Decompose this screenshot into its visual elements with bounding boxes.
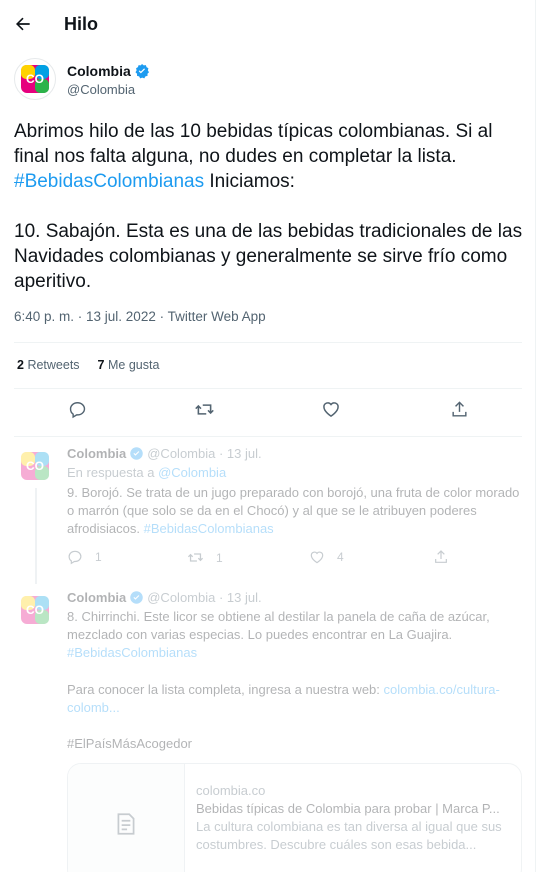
like-icon (310, 551, 324, 564)
author-handle[interactable]: @Colombia (67, 82, 135, 97)
divider (14, 342, 522, 343)
card-description: La cultura colombiana es tan diversa al … (196, 819, 502, 852)
reply-author-name[interactable]: Colombia (67, 446, 126, 461)
replies-section: CO Colombia @Colombia · 13 jul. En respu… (0, 438, 536, 872)
colombia-logo: CO (21, 596, 49, 624)
reply-text: 8. Chirrinchi. Este licor se obtiene al … (67, 609, 490, 660)
reply-actions: 1 1 4 (67, 549, 467, 567)
colombia-logo: CO (21, 65, 49, 93)
card-thumbnail (68, 764, 185, 872)
reply-text: 9. Borojó. Se trata de un jugo preparado… (67, 485, 520, 536)
author-name-text: Colombia (67, 63, 131, 79)
share-icon (435, 550, 447, 563)
reply-to-line: En respuesta a @Colombia (67, 465, 227, 480)
retweet-button[interactable]: 1 (187, 549, 223, 566)
reply-author-name[interactable]: Colombia (67, 590, 126, 605)
hashtag-link[interactable]: #BebidasColombianas (67, 645, 197, 660)
tweet-text-part3: 10. Sabajón. Esta es una de las bebidas … (14, 221, 523, 292)
document-icon (117, 813, 135, 835)
reply-icon[interactable] (66, 398, 88, 420)
thread-column: Hilo CO Colombia @Colombia Abrimos hilo … (0, 0, 536, 872)
reply-header: Colombia @Colombia · 13 jul. (67, 590, 262, 605)
header: Hilo (0, 0, 536, 50)
link-card[interactable]: colombia.co Bebidas típicas de Colombia … (67, 763, 522, 872)
back-arrow-icon[interactable] (12, 13, 34, 35)
like-button[interactable]: 4 (309, 549, 344, 565)
card-body: colombia.co Bebidas típicas de Colombia … (196, 782, 516, 854)
svg-text:CO: CO (26, 459, 44, 473)
reply-button[interactable]: 1 (67, 549, 102, 565)
tweet-stats: 2 Retweets 7 Me gusta (17, 358, 159, 372)
divider (14, 436, 522, 437)
card-domain: colombia.co (196, 783, 266, 798)
svg-text:CO: CO (26, 603, 44, 617)
tweet-text-part2: Iniciamos: (204, 171, 295, 192)
card-title: Bebidas típicas de Colombia para probar … (196, 801, 500, 816)
reply-handle-date[interactable]: @Colombia · 13 jul. (147, 590, 261, 605)
reply-header: Colombia @Colombia · 13 jul. (67, 446, 262, 461)
hashtag-link[interactable]: #ElPaísMásAcogedor (67, 735, 527, 753)
tweet-meta[interactable]: 6:40 p. m. · 13 jul. 2022 · Twitter Web … (14, 309, 266, 324)
reply-icon (68, 550, 82, 565)
retweet-icon[interactable] (193, 398, 215, 420)
reply-avatar[interactable]: CO (18, 449, 52, 483)
likes-stat[interactable]: 7 Me gusta (98, 358, 160, 372)
share-icon[interactable] (448, 398, 470, 420)
reply-to-handle-link[interactable]: @Colombia (158, 465, 226, 480)
reply-avatar[interactable]: CO (18, 593, 52, 627)
svg-text:CO: CO (26, 72, 44, 86)
thread-line (35, 488, 37, 584)
reply-handle-date[interactable]: @Colombia · 13 jul. (147, 446, 261, 461)
share-button[interactable] (433, 549, 449, 565)
hashtag-link[interactable]: #BebidasColombianas (144, 521, 274, 536)
verified-badge-icon (130, 447, 143, 460)
colombia-logo: CO (21, 452, 49, 480)
tweet-text: Abrimos hilo de las 10 bebidas típicas c… (14, 119, 529, 294)
tweet-actions (0, 398, 536, 422)
avatar[interactable]: CO (14, 58, 56, 100)
reply-extra-text: Para conocer la lista completa, ingresa … (67, 682, 500, 715)
divider (14, 388, 522, 389)
verified-badge-icon (130, 591, 143, 604)
author-name[interactable]: Colombia (67, 63, 150, 79)
verified-badge-icon (135, 64, 149, 79)
like-icon[interactable] (320, 398, 342, 420)
retweet-icon (187, 553, 204, 562)
page-title: Hilo (64, 14, 98, 34)
hashtag-link[interactable]: #BebidasColombianas (14, 171, 204, 192)
tweet-text-part1: Abrimos hilo de las 10 bebidas típicas c… (14, 121, 493, 167)
retweets-stat[interactable]: 2 Retweets (17, 358, 80, 372)
